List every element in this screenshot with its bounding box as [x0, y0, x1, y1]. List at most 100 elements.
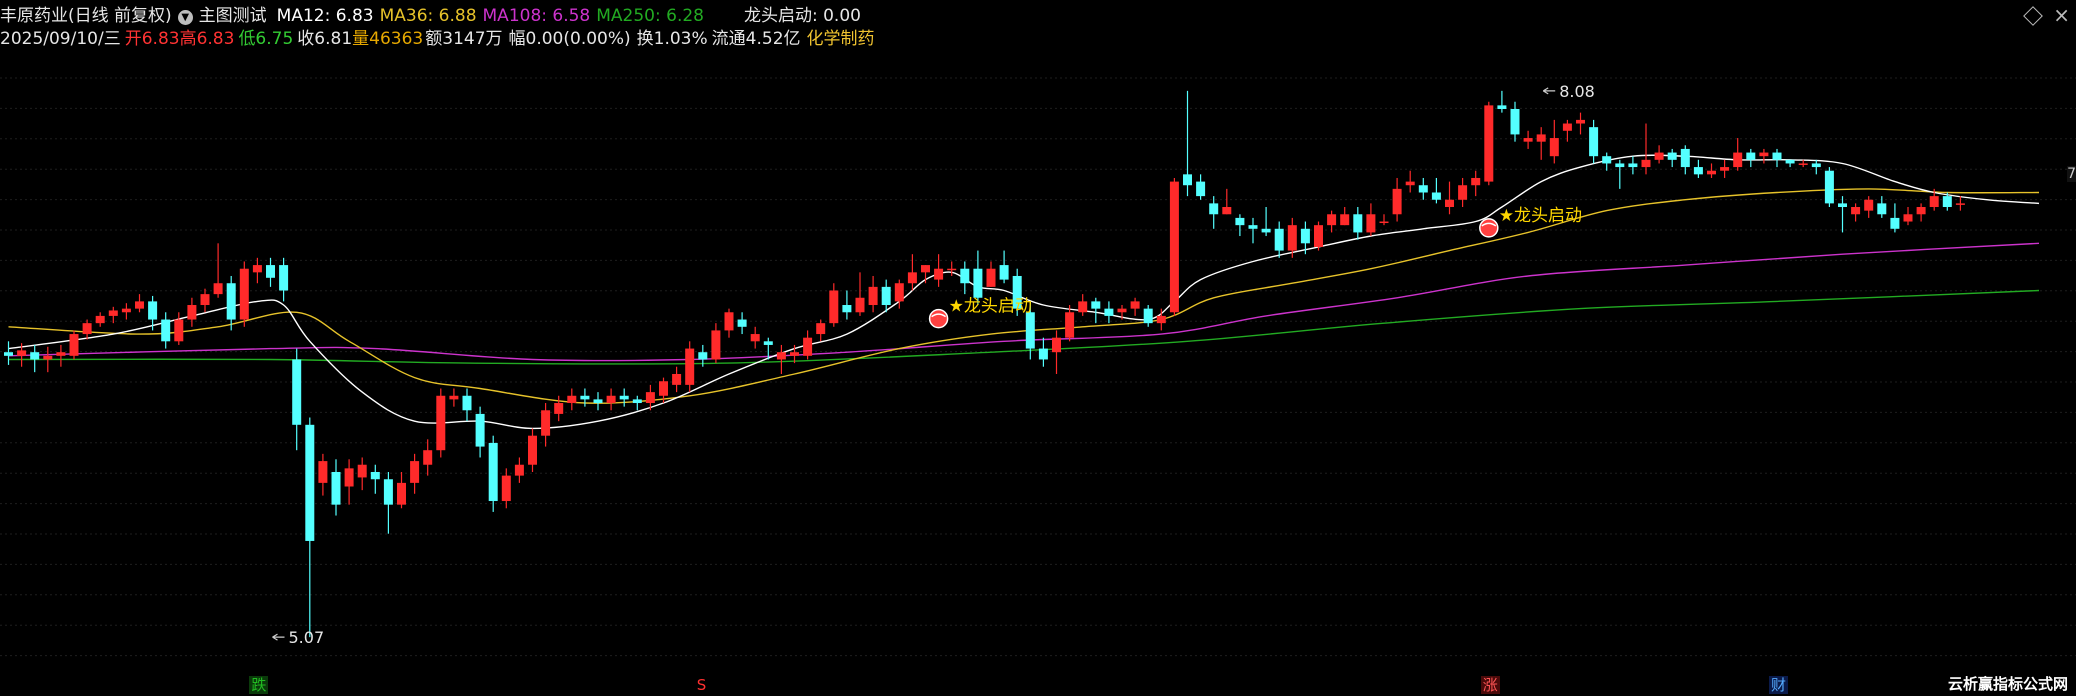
candle-body — [1864, 199, 1874, 211]
candle-body — [436, 395, 446, 451]
candle-body — [685, 348, 695, 385]
close-icon[interactable]: × — [2053, 3, 2070, 27]
candle — [999, 250, 1009, 284]
candle-body — [855, 297, 865, 313]
bottom-tag[interactable]: S — [694, 676, 709, 694]
candle-body — [1628, 163, 1638, 168]
candle-body — [1903, 214, 1913, 222]
candle-body — [1130, 301, 1140, 309]
candle-body — [1576, 119, 1585, 124]
candle — [1549, 119, 1559, 164]
annotations: 8.08 5.07 ★龙头启动 ★龙头启动 — [272, 82, 1595, 647]
stock-title[interactable]: 丰原药业(日线 前复权) — [0, 6, 172, 26]
ma12-value: MA12: 6.83 — [276, 6, 374, 26]
price-marker-label: 5.07 — [289, 628, 325, 647]
candle-body — [1536, 134, 1546, 142]
candle — [1693, 159, 1703, 178]
header-row-1: 丰原药业(日线 前复权) ▼ 主图测试 MA12: 6.83 MA36: 6.88 MA1… — [0, 6, 867, 26]
candle-body — [632, 399, 642, 404]
candle — [1654, 145, 1664, 164]
candle-body — [1038, 348, 1048, 360]
candle-body — [1746, 152, 1756, 160]
candle-body — [960, 268, 970, 284]
candle — [252, 257, 262, 284]
candle — [632, 395, 642, 411]
industry-label[interactable]: 化学制药 — [807, 29, 875, 49]
candlestick-chart[interactable]: 8.08 5.07 ★龙头启动 ★龙头启动 — [0, 0, 2076, 696]
candle — [514, 457, 524, 483]
candle-body — [1248, 225, 1258, 229]
candle-body — [1353, 214, 1363, 233]
candle-body — [383, 479, 393, 505]
candle-body — [1091, 301, 1101, 309]
candle — [410, 453, 420, 494]
candle-body — [30, 352, 40, 360]
candle-body — [659, 381, 668, 396]
candle — [266, 257, 275, 287]
candle — [1392, 177, 1402, 222]
candle-body — [1720, 167, 1730, 171]
ma12-line — [8, 154, 2040, 430]
candle-body — [567, 395, 577, 404]
candle-body — [1851, 207, 1861, 215]
candle — [580, 388, 590, 407]
candle — [960, 261, 970, 295]
price-marker-label: 8.08 — [1559, 82, 1595, 101]
candle-body — [187, 305, 197, 320]
candle-body — [1602, 156, 1612, 164]
candle-body — [1445, 199, 1454, 208]
candle — [1130, 297, 1140, 316]
candle-body — [56, 352, 66, 356]
candle — [318, 453, 328, 496]
candle — [1746, 148, 1756, 168]
candle-body — [1759, 152, 1769, 157]
candle — [174, 312, 184, 345]
candle — [986, 261, 996, 287]
bottom-tag[interactable]: 跌 — [249, 676, 269, 694]
signal-dot — [928, 308, 949, 329]
candle-body — [1052, 337, 1061, 353]
candle-body — [449, 395, 459, 400]
candle-body — [1471, 177, 1481, 186]
candle — [921, 265, 930, 284]
candle-body — [1589, 127, 1599, 157]
header-row-2: 2025/09/10/三 开6.83高6.83 低6.75 收6.81量46363 额3… — [0, 29, 881, 49]
candle — [1248, 217, 1258, 244]
candle — [1431, 177, 1441, 204]
candle-body — [750, 334, 760, 342]
signal-dot — [1479, 218, 1499, 238]
date-label: 2025/09/10/三 — [0, 29, 121, 49]
indicator-dropdown-icon[interactable]: ▼ — [177, 10, 193, 25]
candle-body — [1733, 152, 1743, 168]
candle-body — [1680, 148, 1690, 168]
candle — [1641, 123, 1651, 175]
candle — [1733, 138, 1743, 171]
candle — [1091, 297, 1101, 324]
candle-body — [331, 471, 341, 505]
candle — [816, 319, 826, 342]
candle-body — [1405, 181, 1415, 186]
candle-body — [1143, 308, 1153, 324]
bottom-tag[interactable]: 财 — [1769, 676, 1789, 694]
float-value: 流通4.52亿 — [711, 29, 801, 49]
candle — [4, 341, 13, 365]
candle — [1445, 181, 1454, 215]
candle-body — [829, 290, 839, 324]
watermark-text: 云析赢指标公式网 — [1947, 675, 2068, 693]
price-marker-arrow — [272, 633, 285, 641]
candle-body — [790, 352, 799, 356]
candle — [135, 294, 144, 313]
bottom-tag[interactable]: 涨 — [1480, 676, 1500, 694]
candle-body — [213, 283, 223, 295]
candle — [1877, 196, 1887, 218]
candle — [423, 439, 433, 476]
candle — [1078, 294, 1088, 316]
candle-body — [501, 475, 511, 502]
candle-body — [226, 283, 236, 320]
candle — [737, 312, 747, 335]
candle-body — [266, 265, 275, 278]
indicator-name[interactable]: 主图测试 — [199, 6, 267, 26]
candle-body — [947, 268, 957, 271]
candle — [1314, 221, 1323, 251]
open-value: 开6.83 — [124, 29, 180, 49]
